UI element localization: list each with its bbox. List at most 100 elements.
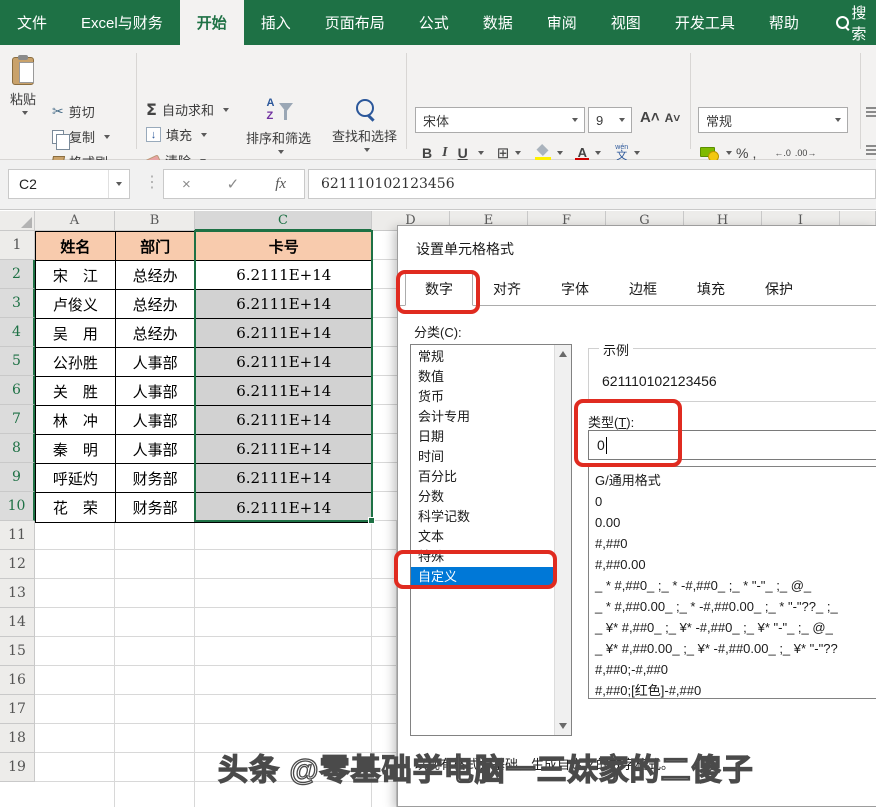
cell-name[interactable]: 公孙胜 [36,348,116,377]
cell-name[interactable]: 宋 江 [36,261,116,290]
category-item[interactable]: 科学记数 [411,507,553,527]
cell-name[interactable]: 秦 明 [36,435,116,464]
search-box[interactable]: 搜索 [822,0,876,45]
active-cell[interactable]: 6.2111E+14 [196,261,372,290]
cell-name[interactable]: 花 荣 [36,493,116,522]
category-item[interactable]: 常规 [411,347,553,367]
cell-dept[interactable]: 总经办 [116,319,196,348]
cell-dept[interactable]: 财务部 [116,493,196,522]
autosum-button[interactable]: Σ 自动求和 [146,100,229,119]
format-code-item[interactable]: _ * #,##0.00_ ;_ * -#,##0.00_ ;_ * "-"??… [589,596,876,617]
row-header-5[interactable]: 5 [0,347,35,376]
grow-font-button[interactable]: A˄ [640,109,660,126]
row-header-17[interactable]: 17 [0,695,35,724]
category-scrollbar[interactable] [554,345,571,735]
cell-card-value[interactable]: 6.2111E+14 [196,435,372,464]
formula-input[interactable]: 621110102123456 [308,169,876,199]
fill-button[interactable]: ↓ 填充 [146,125,207,144]
font-size-combobox[interactable]: 9 [588,107,632,133]
column-header-C[interactable]: C [195,211,372,231]
format-code-item[interactable]: _ * #,##0_ ;_ * -#,##0_ ;_ * "-"_ ;_ @_ [589,575,876,596]
dialog-tab-2[interactable]: 对齐 [473,272,541,306]
format-code-item[interactable]: G/通用格式 [589,470,876,491]
select-all-corner[interactable] [0,211,35,231]
menu-tab-8[interactable]: 审阅 [530,0,594,45]
bold-button[interactable]: B [418,145,436,161]
font-color-button[interactable]: A [575,145,589,161]
sort-filter-button[interactable]: AZ 排序和筛选 [246,97,311,154]
row-header-12[interactable]: 12 [0,550,35,579]
row-header-2[interactable]: 2 [0,260,35,289]
name-box-dropdown[interactable] [116,182,122,186]
insert-function-button[interactable]: fx [275,176,286,193]
row-header-7[interactable]: 7 [0,405,35,434]
format-code-item[interactable]: _ ¥* #,##0.00_ ;_ ¥* -#,##0.00_ ;_ ¥* "-… [589,638,876,659]
dialog-tab-6[interactable]: 保护 [745,272,813,306]
format-code-item[interactable]: #,##0.00 [589,554,876,575]
phonetic-dropdown[interactable] [634,151,640,155]
category-item[interactable]: 货币 [411,387,553,407]
row-header-9[interactable]: 9 [0,463,35,492]
cell-name[interactable]: 关 胜 [36,377,116,406]
category-item[interactable]: 自定义 [411,567,553,587]
find-select-button[interactable]: 查找和选择 [332,97,397,152]
menu-tab-2[interactable]: Excel与财务 [64,0,180,45]
type-input[interactable]: 0 [588,430,876,460]
row-header-19[interactable]: 19 [0,753,35,782]
copy-button[interactable]: 复制 [52,127,110,146]
scroll-up-icon[interactable] [559,351,567,357]
number-format-combobox[interactable]: 常规 [698,107,848,133]
accounting-format-button[interactable] [700,146,718,160]
percent-style-button[interactable]: % [736,145,748,161]
align-icon[interactable] [866,107,876,117]
column-header-A[interactable]: A [35,211,115,231]
row-header-6[interactable]: 6 [0,376,35,405]
borders-dropdown[interactable] [515,151,521,155]
row-header-3[interactable]: 3 [0,289,35,318]
row-header-16[interactable]: 16 [0,666,35,695]
column-header-B[interactable]: B [115,211,195,231]
accounting-dropdown[interactable] [726,151,732,155]
shrink-font-button[interactable]: A˅ [665,111,681,125]
category-item[interactable]: 百分比 [411,467,553,487]
header-cell[interactable]: 卡号 [196,232,372,261]
cell-name[interactable]: 林 冲 [36,406,116,435]
menu-tab-1[interactable]: 文件 [0,0,64,45]
grow-shrink-font[interactable]: A˄ A˅ [640,109,680,126]
menu-tab-4[interactable]: 插入 [244,0,308,45]
decrease-decimal-button[interactable]: .00→ [795,148,817,158]
dialog-tab-1[interactable]: 数字 [405,272,473,306]
menu-tab-5[interactable]: 页面布局 [308,0,402,45]
cell-dept[interactable]: 总经办 [116,290,196,319]
cell-name[interactable]: 吴 用 [36,319,116,348]
row-header-4[interactable]: 4 [0,318,35,347]
cell-dept[interactable]: 总经办 [116,261,196,290]
row-header-8[interactable]: 8 [0,434,35,463]
format-code-item[interactable]: #,##0;-#,##0 [589,659,876,680]
cell-dept[interactable]: 人事部 [116,406,196,435]
menu-tab-10[interactable]: 开发工具 [658,0,752,45]
name-box[interactable]: C2 [8,169,130,199]
format-code-item[interactable]: 0.00 [589,512,876,533]
increase-decimal-button[interactable]: ←.0 [774,148,791,158]
format-code-item[interactable]: 0 [589,491,876,512]
fill-color-dropdown[interactable] [557,151,563,155]
format-code-item[interactable]: #,##0 [589,533,876,554]
format-code-item[interactable]: #,##0;[红色]-#,##0 [589,680,876,699]
category-item[interactable]: 数值 [411,367,553,387]
menu-tab-3[interactable]: 开始 [180,0,244,45]
scroll-down-icon[interactable] [559,723,567,729]
dialog-tab-3[interactable]: 字体 [541,272,609,306]
category-item[interactable]: 日期 [411,427,553,447]
formula-bar-grip[interactable]: ⋮ [144,172,160,192]
paste-dropdown[interactable] [22,111,28,115]
header-cell[interactable]: 部门 [116,232,196,261]
cell-card-value[interactable]: 6.2111E+14 [196,377,372,406]
cell-dept[interactable]: 财务部 [116,464,196,493]
menu-tab-9[interactable]: 视图 [594,0,658,45]
underline-dropdown[interactable] [478,151,484,155]
category-item[interactable]: 分数 [411,487,553,507]
row-header-18[interactable]: 18 [0,724,35,753]
align-icon-2[interactable] [866,145,876,155]
dialog-tab-4[interactable]: 边框 [609,272,677,306]
